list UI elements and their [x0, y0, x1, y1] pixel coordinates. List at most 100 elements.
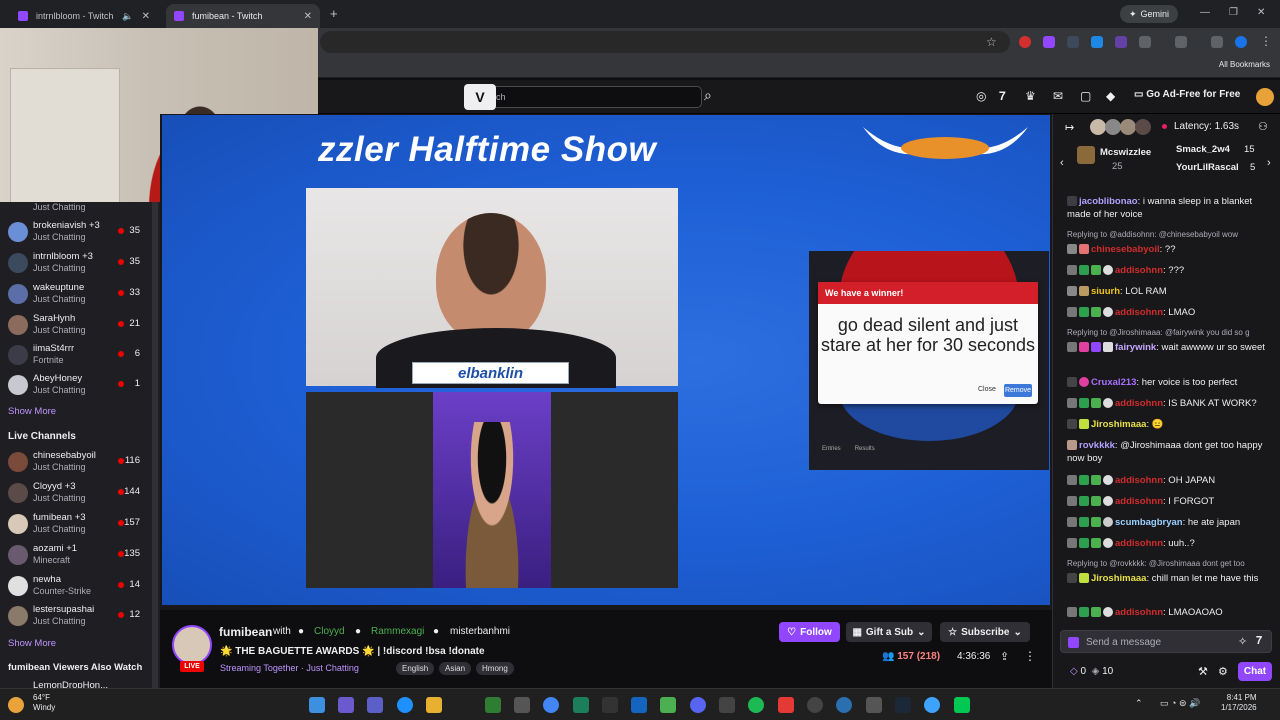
extension-icon[interactable]: [1067, 36, 1079, 48]
steam-icon[interactable]: [895, 697, 911, 713]
discord-icon[interactable]: [690, 697, 706, 713]
edge-icon[interactable]: [397, 697, 413, 713]
app-icon[interactable]: [866, 697, 882, 713]
browser-tab-fumibean[interactable]: fumibean - Twitch ✕: [166, 4, 320, 28]
chat-message[interactable]: Cruxal213: her voice is too perfect: [1067, 376, 1267, 389]
speaker-icon[interactable]: 🔈: [122, 11, 133, 22]
sidebar-channel[interactable]: fumibean +3 Just Chatting 157: [0, 510, 152, 541]
mail-icon[interactable]: ✉: [1053, 89, 1063, 103]
bookmark-star-icon[interactable]: ☆: [986, 35, 997, 49]
user-avatar[interactable]: [1256, 88, 1274, 106]
sidebar-channel[interactable]: SaraHynh Just Chatting 21: [0, 311, 152, 342]
search-icon[interactable]: ⌕: [704, 87, 724, 107]
extension-icon[interactable]: [1115, 36, 1127, 48]
chat-username[interactable]: addisohnn: [1115, 496, 1163, 507]
share-icon[interactable]: ⇪: [1000, 650, 1009, 663]
teams-icon[interactable]: [367, 697, 383, 713]
users-icon[interactable]: ⚇: [1258, 120, 1268, 133]
address-bar[interactable]: [320, 31, 1010, 53]
gear-icon[interactable]: ⚙: [1218, 665, 1228, 678]
collaborator-link[interactable]: misterbanhmi: [450, 626, 510, 637]
sidebar-channel[interactable]: wakeuptune Just Chatting 33: [0, 280, 152, 311]
app-icon[interactable]: [719, 697, 735, 713]
partial-channel-name[interactable]: LemonDropHon...: [33, 680, 108, 688]
chat-username[interactable]: Jiroshimaaa: [1091, 419, 1146, 430]
new-tab-button[interactable]: +: [330, 6, 338, 21]
close-window-button[interactable]: ✕: [1257, 7, 1265, 18]
prev-arrow-icon[interactable]: ‹: [1060, 157, 1064, 169]
chat-message[interactable]: addisohnn: OH JAPAN: [1067, 474, 1267, 487]
gift-sub-button[interactable]: ▦ Gift a Sub ⌄: [846, 622, 932, 642]
chat-message[interactable]: addisohnn: IS BANK AT WORK?: [1067, 397, 1267, 410]
next-arrow-icon[interactable]: ›: [1267, 157, 1271, 169]
tag-chip[interactable]: Hmong: [476, 662, 514, 675]
more-options-icon[interactable]: ⋮: [1024, 649, 1036, 663]
sidebar-channel[interactable]: intrnlbloom +3 Just Chatting 35: [0, 249, 152, 280]
windows-start-icon[interactable]: [309, 697, 325, 713]
tray-chevron-icon[interactable]: ⌃: [1135, 698, 1143, 709]
chat-message[interactable]: addisohnn: uuh..?: [1067, 537, 1267, 550]
subscribe-button[interactable]: ☆ Subscribe ⌄: [940, 622, 1030, 642]
whispers-icon[interactable]: ▢: [1080, 89, 1091, 103]
extension-red-icon[interactable]: [1019, 36, 1031, 48]
tag-chip[interactable]: Asian: [439, 662, 472, 675]
collaborator-link[interactable]: Cloyyd: [314, 626, 345, 637]
sidebar-channel[interactable]: aozami +1 Minecraft 135: [0, 541, 152, 572]
chat-username[interactable]: Jiroshimaaa: [1091, 573, 1146, 584]
chat-username[interactable]: addisohnn: [1115, 265, 1163, 276]
chat-message[interactable]: Jiroshimaaa: 😑: [1067, 418, 1267, 431]
close-tab-icon[interactable]: ✕: [142, 11, 150, 22]
sidebar-channel[interactable]: AbeyHoney Just Chatting 1: [0, 371, 152, 402]
maximize-button[interactable]: ❐: [1229, 7, 1238, 18]
chat-message[interactable]: Jiroshimaaa: chill man let me have this: [1067, 572, 1267, 585]
chat-username[interactable]: addisohnn: [1115, 307, 1163, 318]
sidebar-channel[interactable]: Cloyyd +3 Just Chatting 144: [0, 479, 152, 510]
collaborator-link[interactable]: Rammexagi: [371, 626, 424, 637]
tag-chip[interactable]: English: [396, 662, 435, 675]
chat-username[interactable]: Cruxal213: [1091, 377, 1136, 388]
tray-icons[interactable]: ▭ ◔ ⊜ 🔊: [1160, 698, 1200, 709]
chat-message[interactable]: scumbagbryan: he ate japan: [1067, 516, 1267, 529]
extension-twitch-icon[interactable]: [1043, 36, 1055, 48]
chat-input[interactable]: Send a message ✧ 𝟕: [1060, 630, 1272, 653]
magic-icon[interactable]: ✧: [1238, 635, 1247, 648]
chat-message[interactable]: addisohnn: LMAO: [1067, 306, 1267, 319]
copilot-icon[interactable]: [338, 697, 354, 713]
store-icon[interactable]: [514, 697, 530, 713]
system-clock[interactable]: 8:41 PM 1/17/2026: [1221, 693, 1257, 713]
app-icon[interactable]: [924, 697, 940, 713]
app-icon[interactable]: [954, 697, 970, 713]
ad-free-button[interactable]: ▭ Go Ad-Free for Free: [1134, 89, 1240, 100]
chat-message[interactable]: addisohnn: ???: [1067, 264, 1267, 277]
chat-username[interactable]: chinesebabyoil: [1091, 244, 1160, 255]
category-link[interactable]: Streaming Together · Just Chatting: [220, 663, 359, 673]
chat-username[interactable]: siuurh: [1091, 286, 1120, 297]
sidebar-channel[interactable]: newha Counter-Strike 14: [0, 572, 152, 603]
chat-username[interactable]: scumbagbryan: [1115, 517, 1183, 528]
channel-points[interactable]: ◇ 0 ◈ 10: [1070, 666, 1113, 677]
app-icon[interactable]: [573, 697, 589, 713]
chat-username[interactable]: fairywink: [1115, 342, 1156, 353]
prime-icon[interactable]: ◆: [1106, 89, 1115, 103]
weather-icon[interactable]: [8, 697, 24, 713]
puzzle-icon[interactable]: [1139, 36, 1151, 48]
chat-message[interactable]: chinesebabyoil: ??: [1067, 243, 1267, 256]
chat-message[interactable]: rovkkkk: @Jiroshimaaa dont get too happy…: [1067, 439, 1267, 465]
sidebar-channel[interactable]: iimaSt4rrr Fortnite 6: [0, 341, 152, 372]
chat-username[interactable]: addisohnn: [1115, 607, 1163, 618]
epic-games-icon[interactable]: [602, 697, 618, 713]
app-icon[interactable]: [836, 697, 852, 713]
sidebar-channel[interactable]: brokeniavish +3 Just Chatting 35: [0, 218, 152, 249]
chat-badge-icon[interactable]: [1068, 637, 1079, 648]
spotify-icon[interactable]: [748, 697, 764, 713]
7tv-emote-icon[interactable]: 𝟕: [1256, 635, 1262, 648]
channel-name[interactable]: fumibean: [219, 625, 272, 639]
chat-send-button[interactable]: Chat: [1238, 662, 1272, 681]
extension-7tv-icon[interactable]: [1091, 36, 1103, 48]
weather-widget[interactable]: 64°F Windy: [33, 693, 55, 713]
browser-tab-intrnlbloom[interactable]: intrnlbloom - Twitch 🔈 ✕: [10, 4, 158, 28]
search-input[interactable]: ch: [465, 86, 702, 108]
sidepanel-icon[interactable]: [1175, 36, 1187, 48]
gemini-button[interactable]: ✦ Gemini: [1120, 5, 1179, 23]
chat-username[interactable]: rovkkkk: [1079, 440, 1115, 451]
